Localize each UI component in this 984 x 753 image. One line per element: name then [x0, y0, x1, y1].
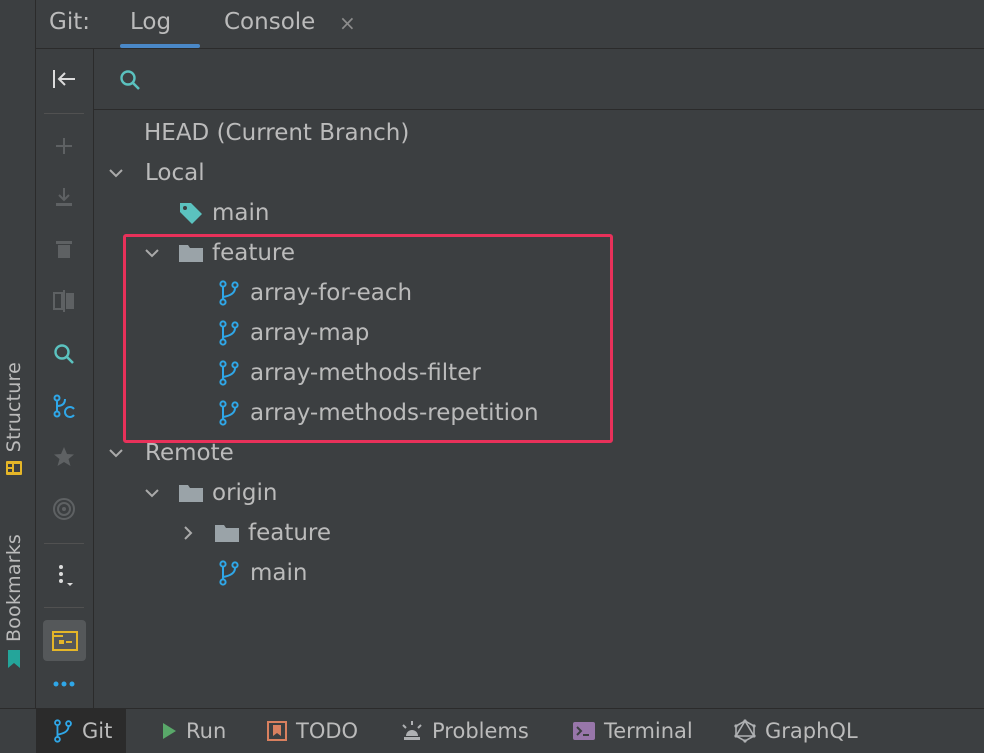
tree-item-label: origin [212, 480, 278, 506]
layout-icon [51, 630, 78, 651]
bottom-tab-label: Problems [432, 719, 529, 743]
tree-item-origin-feature[interactable]: feature [177, 513, 331, 553]
favorite-button[interactable] [46, 439, 82, 475]
bottom-tab-label: Terminal [604, 719, 693, 743]
bottom-tab-label: TODO [296, 719, 359, 743]
terminal-icon [573, 722, 595, 740]
play-icon [163, 723, 176, 739]
bottom-tab-graphql[interactable]: GraphQL [733, 709, 858, 753]
left-tool-stripe: Structure Bookmarks [0, 0, 36, 708]
compare-branches-button[interactable] [46, 283, 82, 319]
toolbar-separator [44, 113, 84, 114]
bottom-tool-bar: Git Run TODO Problems Terminal GraphQL [0, 708, 984, 753]
tool-window-header: Git: Log Console × [36, 0, 984, 49]
search-icon [54, 344, 74, 364]
bottom-tab-git[interactable]: Git [36, 709, 127, 753]
chevron-down-icon[interactable] [105, 442, 127, 464]
branch-search-bar [94, 49, 984, 110]
close-tab-icon[interactable]: × [339, 11, 356, 35]
more-tools-button[interactable] [46, 666, 82, 702]
tree-item-label: HEAD (Current Branch) [144, 120, 410, 146]
branch-filter-button[interactable] [46, 388, 82, 424]
tree-item-origin-main[interactable]: main [216, 553, 307, 593]
layout-toggle-button[interactable] [43, 620, 86, 661]
todo-icon [267, 721, 287, 741]
ellipsis-icon [53, 681, 75, 687]
star-icon [54, 447, 74, 466]
bottom-tab-label: GraphQL [765, 719, 858, 743]
graphql-icon [734, 719, 756, 743]
tree-item-label: feature [248, 520, 332, 546]
bottom-tab-terminal[interactable]: Terminal [572, 709, 693, 753]
collapse-to-left-icon [53, 70, 75, 88]
tree-item-label: Local [145, 160, 205, 186]
bottom-tab-problems[interactable]: Problems [400, 709, 529, 753]
tree-item-head[interactable]: HEAD (Current Branch) [144, 113, 409, 153]
structure-label: Structure [3, 362, 25, 453]
search-icon [120, 70, 140, 90]
toolbar-separator [44, 607, 84, 608]
log-toolbar [36, 49, 94, 708]
structure-icon [6, 461, 22, 476]
tree-item-local-main[interactable]: main [178, 193, 269, 233]
more-vertical-icon [59, 565, 73, 586]
tab-log[interactable]: Log [130, 9, 171, 35]
bottom-tab-todo[interactable]: TODO [266, 709, 358, 753]
problems-icon [402, 721, 422, 740]
branch-search-input[interactable] [146, 63, 950, 95]
branch-icon [216, 560, 242, 586]
navigate-button[interactable] [46, 491, 82, 527]
bottom-tab-label: Git [82, 719, 113, 743]
trash-icon [56, 241, 72, 258]
bookmark-icon [8, 649, 20, 668]
highlight-box [123, 234, 613, 443]
chevron-down-icon[interactable] [105, 162, 127, 184]
tab-console[interactable]: Console [224, 9, 315, 35]
chevron-down-icon[interactable] [141, 482, 163, 504]
toolbar-separator [44, 543, 84, 544]
target-icon [53, 498, 75, 520]
delete-branch-button[interactable] [46, 231, 82, 267]
plus-icon [56, 138, 72, 154]
tag-icon [178, 200, 204, 226]
folder-icon [214, 520, 240, 546]
more-options-button[interactable] [46, 557, 82, 593]
tree-item-label: main [250, 560, 308, 586]
tool-window-title: Git: [49, 9, 90, 35]
bookmarks-tool-button[interactable]: Bookmarks [3, 534, 25, 670]
compare-icon [53, 290, 74, 312]
tree-item-origin[interactable]: origin [141, 473, 278, 513]
collapse-to-left-button[interactable] [46, 61, 82, 97]
structure-tool-button[interactable]: Structure [3, 362, 25, 478]
download-icon [56, 188, 72, 206]
branch-icon [54, 719, 72, 743]
bottom-tab-label: Run [186, 719, 227, 743]
chevron-right-icon[interactable] [177, 522, 199, 544]
active-tab-indicator [120, 44, 200, 48]
update-branch-button[interactable] [46, 179, 82, 215]
tree-item-label: main [212, 200, 270, 226]
folder-icon [178, 480, 204, 506]
tree-item-local[interactable]: Local [105, 153, 205, 193]
new-branch-button[interactable] [46, 128, 82, 164]
branch-search-icon [53, 394, 75, 418]
search-branches-button[interactable] [46, 336, 82, 372]
bookmarks-label: Bookmarks [3, 534, 25, 642]
tree-item-label: Remote [145, 440, 234, 466]
bottom-tab-run[interactable]: Run [160, 709, 226, 753]
